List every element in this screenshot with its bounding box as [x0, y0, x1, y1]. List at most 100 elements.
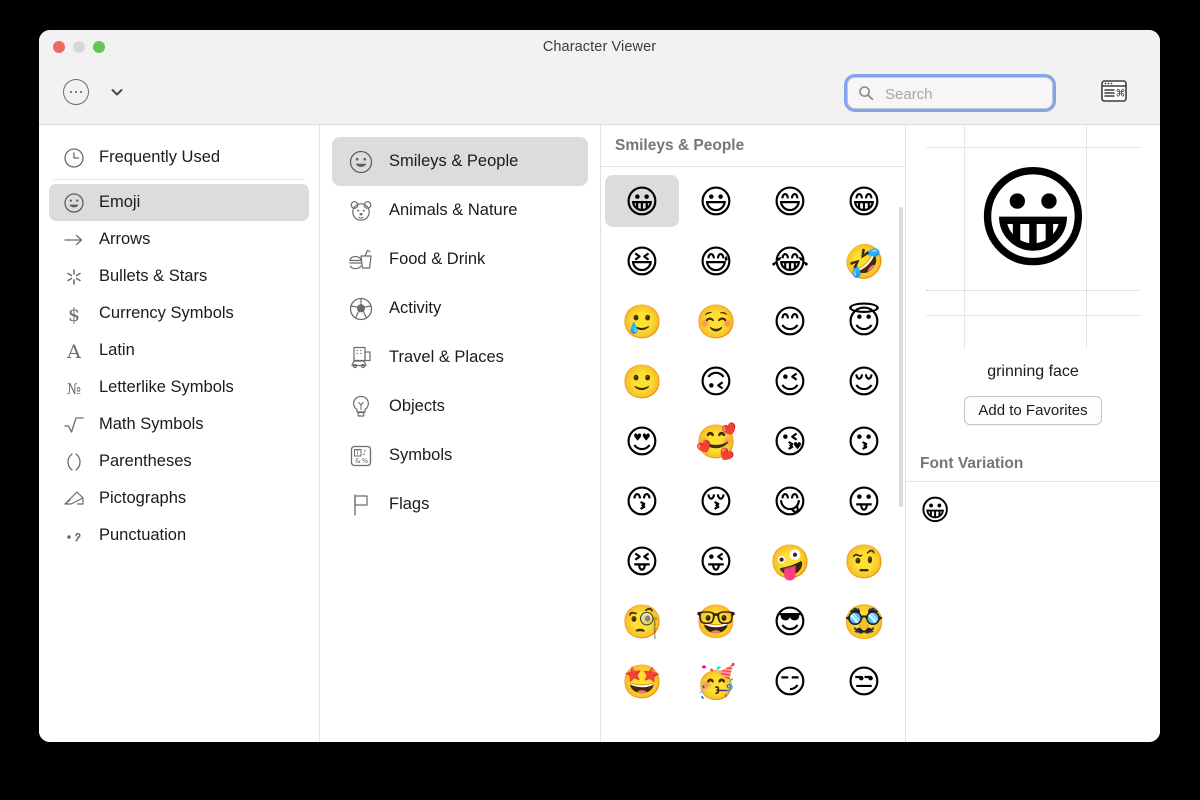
emoji-cell[interactable]: 🥰 [679, 415, 753, 467]
emoji-cell[interactable]: 😗 [827, 415, 901, 467]
emoji-cell[interactable]: 🥲 [605, 295, 679, 347]
ellipsis-dot [75, 91, 78, 94]
sidebar-item-label: Parentheses [99, 452, 192, 471]
category-item-objects[interactable]: Objects [332, 382, 588, 431]
emoji-cell[interactable]: ☺️ [679, 295, 753, 347]
emoji-cell[interactable]: 🤩 [605, 655, 679, 707]
emoji-cell[interactable]: 😊 [753, 295, 827, 347]
emoji-cell[interactable]: 😎 [753, 595, 827, 647]
character-preview: 😀 [906, 163, 1160, 275]
window-title: Character Viewer [39, 39, 1160, 55]
emoji-cell[interactable]: 😝 [605, 535, 679, 587]
emoji-cell[interactable]: 😅 [679, 235, 753, 287]
ellipsis-dot [70, 91, 73, 94]
sidebar-item-latin[interactable]: A Latin [49, 332, 309, 369]
emoji-cell[interactable]: 😁 [827, 175, 901, 227]
emoji-cell[interactable]: 😄 [753, 175, 827, 227]
soccer-ball-icon [346, 295, 376, 323]
character-detail-panel: 😀 grinning face Add to Favorites Font Va… [906, 125, 1160, 742]
sidebar-item-currency-symbols[interactable]: $ Currency Symbols [49, 295, 309, 332]
emoji-cell[interactable]: 😙 [605, 475, 679, 527]
emoji-cell[interactable]: 🤨 [827, 535, 901, 587]
font-variation-cell[interactable]: 😀 [920, 496, 950, 525]
arrow-right-icon [61, 228, 87, 252]
character-preview-area: 😀 [906, 125, 1160, 357]
emoji-grid-scroll-area[interactable]: 😀 😃 😄 😁 😆 😅 😂 🤣 🥲 ☺️ 😊 😇 🙂 🙃 😉 😌 [601, 167, 905, 742]
sidebar-item-parentheses[interactable]: Parentheses [49, 443, 309, 480]
category-item-label: Activity [389, 299, 441, 318]
emoji-cell[interactable]: 😌 [827, 355, 901, 407]
emoji-cell[interactable]: 🥸 [827, 595, 901, 647]
category-item-label: Smileys & People [389, 152, 518, 171]
sidebar-item-label: Frequently Used [99, 148, 220, 167]
emoji-cell[interactable]: 🤣 [827, 235, 901, 287]
emoji-cell[interactable]: 😏 [753, 655, 827, 707]
emoji-cell[interactable]: 😀 [605, 175, 679, 227]
chevron-down-icon[interactable] [110, 85, 124, 99]
category-item-food-drink[interactable]: Food & Drink [332, 235, 588, 284]
category-item-activity[interactable]: Activity [332, 284, 588, 333]
category-item-travel-places[interactable]: Travel & Places [332, 333, 588, 382]
sidebar-item-emoji[interactable]: Emoji [49, 184, 309, 221]
sidebar-divider [53, 179, 305, 180]
sidebar-item-letterlike-symbols[interactable]: № Letterlike Symbols [49, 369, 309, 406]
add-to-favorites-button[interactable]: Add to Favorites [964, 396, 1101, 425]
emoji-cell[interactable]: 😒 [827, 655, 901, 707]
emoji-cell[interactable]: 😍 [605, 415, 679, 467]
sidebar-item-label: Emoji [99, 193, 140, 212]
search-icon [858, 85, 874, 101]
emoji-cell[interactable]: 🤓 [679, 595, 753, 647]
emoji-cell[interactable]: 😘 [753, 415, 827, 467]
emoji-cell[interactable]: 😉 [753, 355, 827, 407]
category-item-animals-nature[interactable]: Animals & Nature [332, 186, 588, 235]
svg-text:T: T [355, 449, 360, 456]
emoji-cell[interactable]: 😂 [753, 235, 827, 287]
sidebar-item-punctuation[interactable]: Punctuation [49, 517, 309, 554]
category-item-label: Symbols [389, 446, 452, 465]
emoji-cell[interactable]: 😆 [605, 235, 679, 287]
square-root-icon [61, 413, 87, 437]
asterisk-icon [61, 265, 87, 289]
window-body: Frequently Used Emoji [39, 125, 1160, 742]
sidebar-item-math-symbols[interactable]: Math Symbols [49, 406, 309, 443]
options-ellipsis-button[interactable] [63, 79, 89, 105]
pictograph-icon [61, 487, 87, 511]
character-viewer-window: Character Viewer ⌘ [39, 30, 1160, 742]
emoji-cell[interactable]: 🙂 [605, 355, 679, 407]
emoji-cell[interactable]: 😃 [679, 175, 753, 227]
emoji-cell[interactable]: 🥳 [679, 655, 753, 707]
emoji-grid-scrollbar[interactable] [899, 207, 903, 507]
punctuation-icon [61, 524, 87, 548]
category-item-label: Food & Drink [389, 250, 485, 269]
emoji-cell[interactable]: 😋 [753, 475, 827, 527]
emoji-grid-column: Smileys & People 😀 😃 😄 😁 😆 😅 😂 🤣 🥲 ☺️ 😊 … [601, 125, 905, 742]
emoji-cell[interactable]: 🙃 [679, 355, 753, 407]
sidebar-item-label: Latin [99, 341, 135, 360]
emoji-grid-header: Smileys & People [601, 125, 905, 167]
emoji-cell[interactable]: 😛 [827, 475, 901, 527]
svg-text:♪: ♪ [362, 448, 367, 457]
title-bar: Character Viewer [39, 30, 1160, 66]
category-item-smileys-people[interactable]: Smileys & People [332, 137, 588, 186]
svg-text:$: $ [68, 304, 80, 326]
sidebar-item-pictographs[interactable]: Pictographs [49, 480, 309, 517]
category-item-flags[interactable]: Flags [332, 480, 588, 529]
lightbulb-icon [346, 393, 376, 421]
emoji-cell[interactable]: 😇 [827, 295, 901, 347]
sidebar: Frequently Used Emoji [39, 125, 319, 742]
emoji-cell[interactable]: 🤪 [753, 535, 827, 587]
category-item-symbols[interactable]: T ♪ & % Symbols [332, 431, 588, 480]
search-input[interactable] [883, 77, 1045, 111]
category-item-label: Animals & Nature [389, 201, 517, 220]
sidebar-item-arrows[interactable]: Arrows [49, 221, 309, 258]
show-keyboard-panel-icon[interactable]: ⌘ [1101, 80, 1127, 102]
sidebar-item-frequently-used[interactable]: Frequently Used [49, 139, 309, 176]
sidebar-item-bullets-stars[interactable]: Bullets & Stars [49, 258, 309, 295]
city-car-icon [346, 344, 376, 372]
emoji-cell[interactable]: 🧐 [605, 595, 679, 647]
emoji-cell[interactable]: 😜 [679, 535, 753, 587]
font-variation-list: 😀 [906, 482, 1160, 525]
emoji-cell[interactable]: 😚 [679, 475, 753, 527]
ellipsis-dot [80, 91, 83, 94]
smiley-outline-icon [61, 191, 87, 215]
